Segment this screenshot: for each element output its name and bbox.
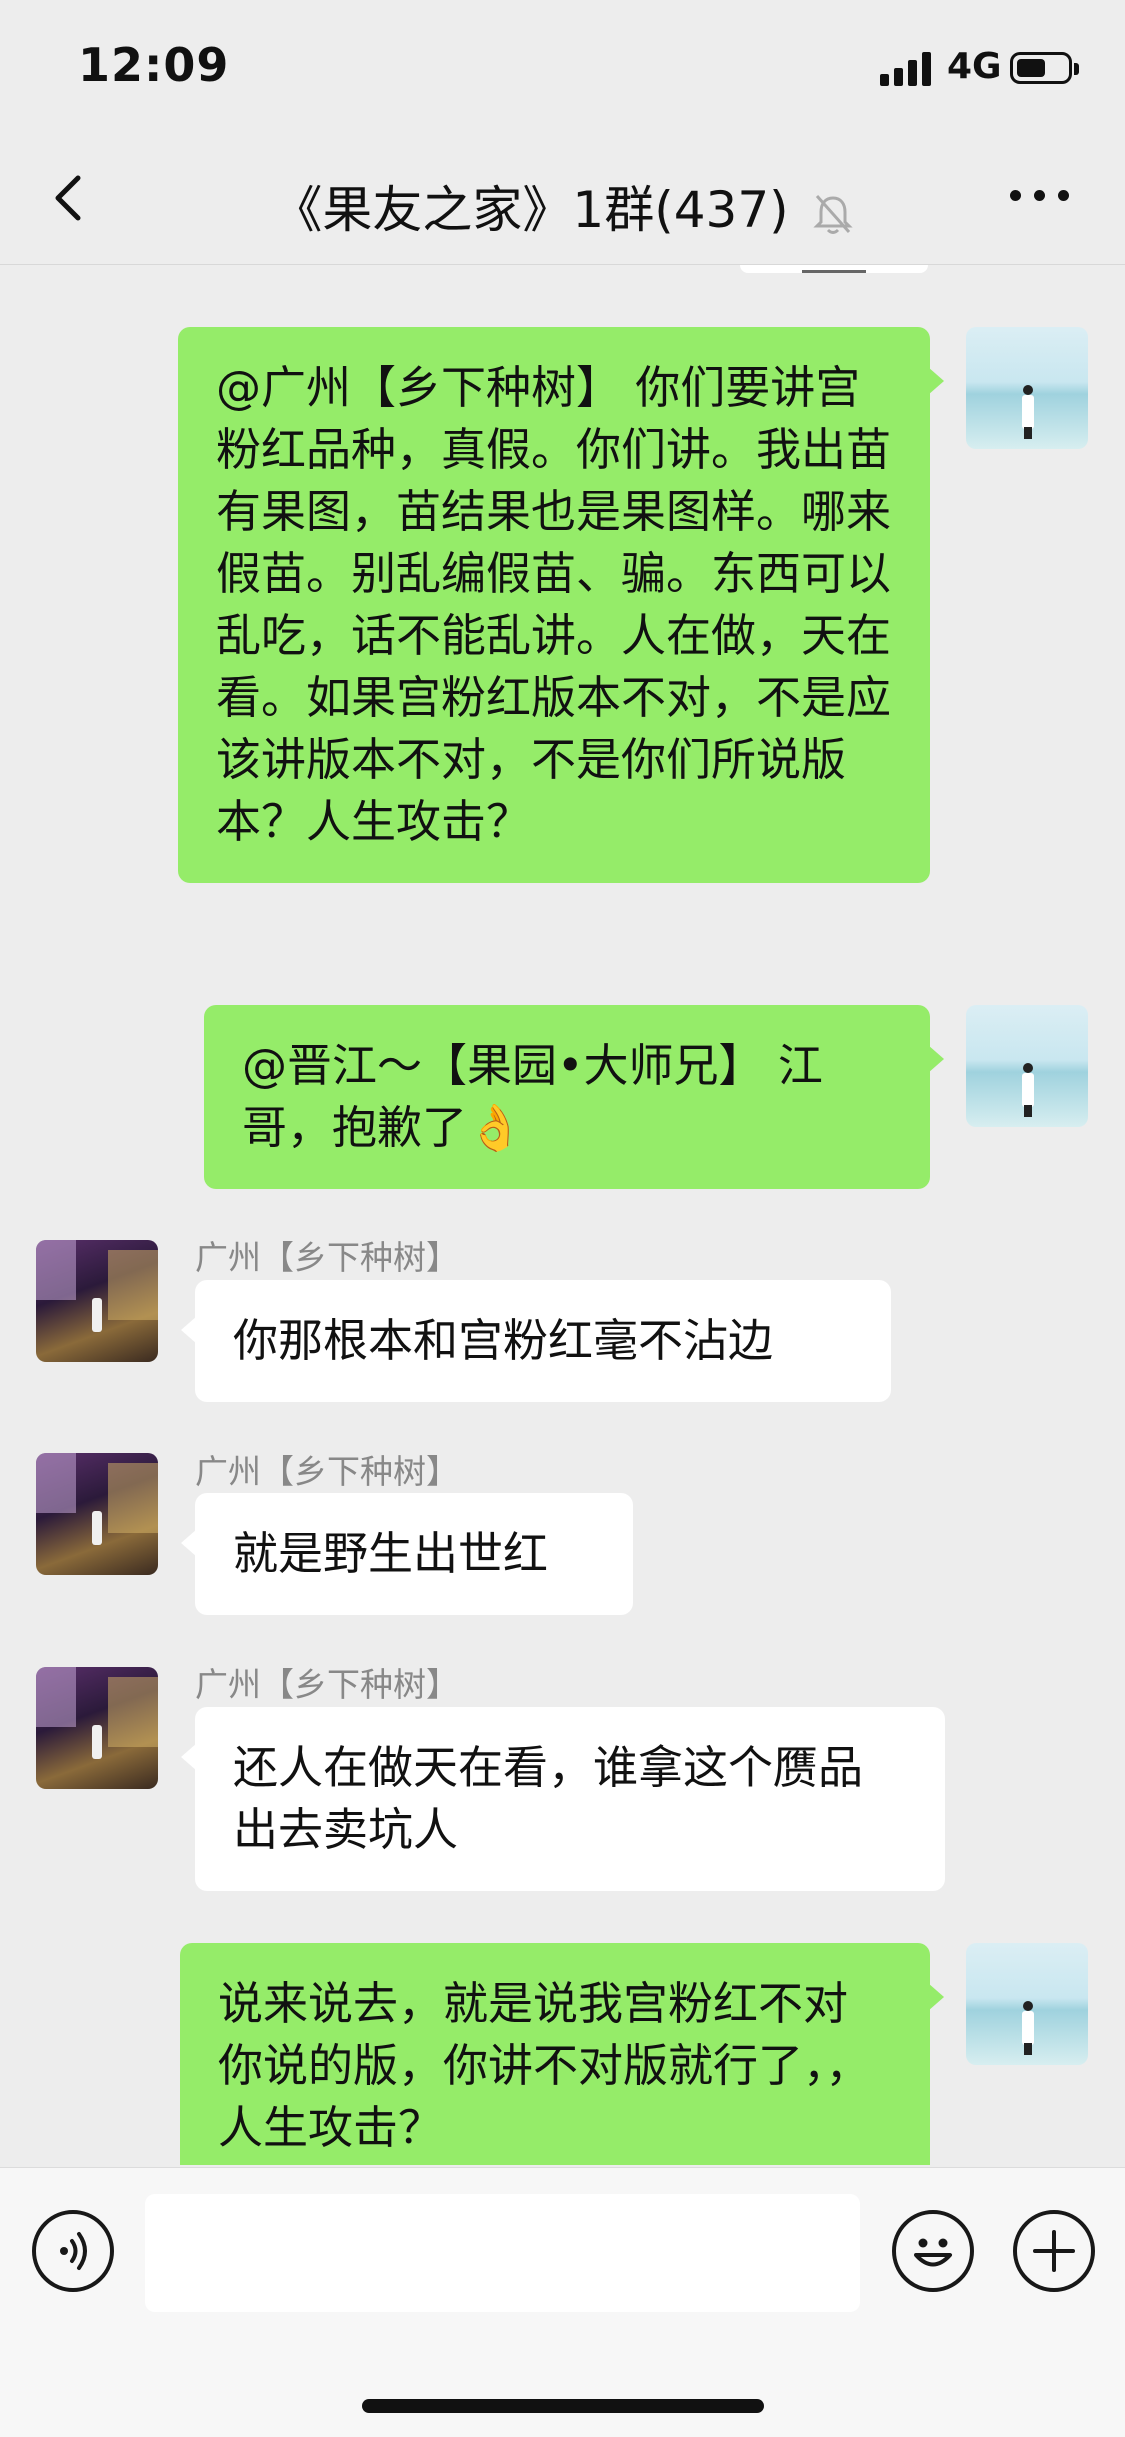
voice-button[interactable] [32, 2210, 114, 2292]
clock: 12:09 [78, 38, 230, 92]
network-type: 4G [947, 46, 1002, 87]
message-bubble-other[interactable]: 就是野生出世红 [181, 1493, 633, 1615]
more-options-button[interactable] [1010, 190, 1070, 206]
message-bubble-self[interactable]: @晋江～【果园•大师兄】 江哥，抱歉了👌 [204, 1005, 944, 1189]
message-input[interactable] [145, 2194, 860, 2312]
chat-title-text: 《果友之家》1群(437) [272, 181, 789, 239]
ellipsis-icon [1010, 190, 1021, 201]
more-functions-button[interactable] [1013, 2210, 1095, 2292]
avatar-self[interactable] [966, 1005, 1088, 1127]
avatar-self[interactable] [966, 1943, 1088, 2065]
avatar-sender[interactable] [36, 1667, 158, 1789]
battery-icon [1010, 52, 1079, 84]
home-indicator[interactable] [362, 2399, 764, 2413]
avatar-self[interactable] [966, 327, 1088, 449]
input-bar [0, 2167, 1125, 2437]
emoji-icon [914, 2238, 952, 2267]
sender-name: 广州【乡下种树】 [195, 1665, 459, 1704]
avatar-sender[interactable] [36, 1240, 158, 1362]
message-bubble-other[interactable]: 还人在做天在看，谁拿这个赝品出去卖坑人 [181, 1707, 945, 1891]
signal-icon [880, 50, 936, 86]
chat-title: 《果友之家》1群(437) [0, 170, 1125, 242]
plus-icon [1033, 2230, 1075, 2272]
message-bubble-self[interactable]: @广州【乡下种树】 你们要讲宫粉红品种，真假。你们讲。我出苗有果图，苗结果也是果… [178, 327, 944, 883]
emoji-button[interactable] [892, 2210, 974, 2292]
message-bubble-self[interactable]: 说来说去，就是说我宫粉红不对你说的版，你讲不对版就行了，，人生攻击？ [180, 1943, 944, 2165]
voice-icon [60, 2232, 87, 2270]
sender-name: 广州【乡下种树】 [195, 1452, 459, 1491]
status-bar: 12:09 4G [0, 0, 1125, 140]
previous-message-edge [740, 265, 928, 273]
chat-header: 《果友之家》1群(437) [0, 140, 1125, 265]
bell-off-icon [812, 194, 853, 234]
avatar-sender[interactable] [36, 1453, 158, 1575]
sender-name: 广州【乡下种树】 [195, 1238, 459, 1277]
message-bubble-other[interactable]: 你那根本和宫粉红毫不沾边 [181, 1280, 891, 1402]
message-list[interactable]: @广州【乡下种树】 你们要讲宫粉红品种，真假。你们讲。我出苗有果图，苗结果也是果… [0, 265, 1125, 2165]
